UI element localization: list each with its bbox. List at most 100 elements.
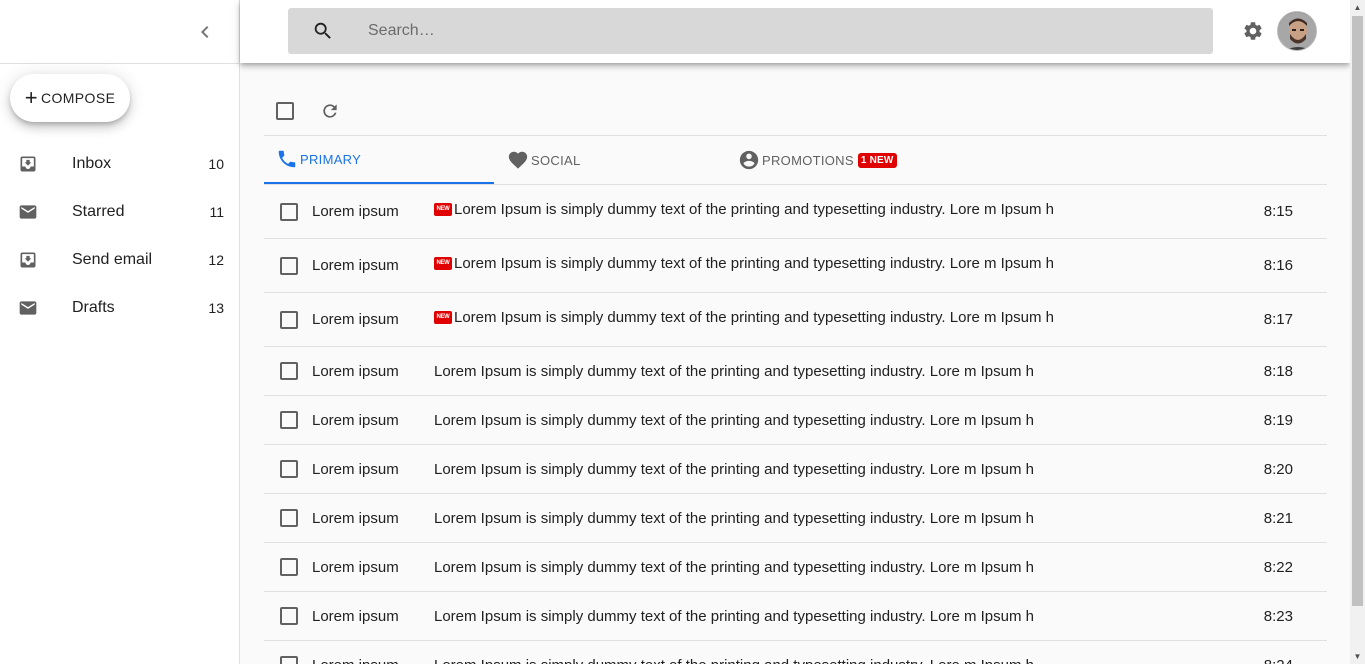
email-row[interactable]: Lorem ipsum Lorem Ipsum is simply dummy t… — [264, 641, 1327, 664]
email-time: 8:24 — [1264, 657, 1293, 664]
email-snippet-container: Lorem Ipsum is simply dummy text of the … — [434, 363, 1034, 380]
tab-promotions[interactable]: PROMOTIONS 1 NEW — [738, 136, 897, 184]
search-icon[interactable] — [312, 20, 334, 42]
main-content: PRIMARY SOCIAL PROMOTIONS 1 NEW Lorem ip… — [264, 86, 1327, 664]
email-sender: Lorem ipsum — [312, 558, 399, 576]
email-checkbox[interactable] — [280, 607, 298, 625]
email-sender: Lorem ipsum — [312, 311, 399, 328]
email-checkbox[interactable] — [280, 558, 298, 576]
sidebar-nav: Inbox 10 Starred 11 Send email 12 Drafts… — [0, 140, 240, 332]
email-sender: Lorem ipsum — [312, 257, 399, 274]
email-checkbox[interactable] — [280, 460, 298, 478]
sidebar-item-send-email[interactable]: Send email 12 — [0, 236, 240, 284]
email-row[interactable]: Lorem ipsum Lorem Ipsum is simply dummy t… — [264, 445, 1327, 494]
tab-label: SOCIAL — [531, 152, 581, 168]
email-time: 8:23 — [1263, 607, 1293, 625]
search-input[interactable] — [368, 8, 1188, 54]
scrollbar-thumb[interactable] — [1352, 16, 1363, 606]
email-snippet: Lorem Ipsum is simply dummy text of the … — [434, 362, 1034, 380]
sidebar-item-label: Inbox — [72, 155, 112, 172]
email-checkbox[interactable] — [280, 509, 298, 527]
collapse-sidebar-button[interactable] — [193, 20, 217, 44]
email-row[interactable]: Lorem ipsum NEW Lorem Ipsum is simply dumm… — [264, 239, 1327, 293]
sidebar-item-count: 10 — [208, 156, 224, 172]
sidebar-item-count: 11 — [209, 204, 224, 220]
email-checkbox[interactable] — [280, 256, 298, 275]
email-time: 8:20 — [1263, 460, 1293, 478]
email-snippet-container: NEW Lorem Ipsum is simply dummy text of t… — [434, 201, 1054, 218]
email-list: Lorem ipsum NEW Lorem Ipsum is simply dumm… — [264, 185, 1327, 664]
email-row[interactable]: Lorem ipsum Lorem Ipsum is simply dummy t… — [264, 494, 1327, 543]
email-snippet-container: Lorem Ipsum is simply dummy text of the … — [434, 510, 1034, 527]
email-time: 8:18 — [1263, 362, 1293, 380]
plus-icon: + — [24, 85, 38, 110]
inbox-icon — [20, 252, 36, 268]
avatar[interactable] — [1277, 11, 1317, 51]
heart-icon — [508, 151, 528, 169]
sidebar-item-label: Send email — [72, 251, 153, 268]
email-time: 8:16 — [1263, 257, 1293, 274]
email-row[interactable]: Lorem ipsum Lorem Ipsum is simply dummy t… — [264, 543, 1327, 592]
email-checkbox[interactable] — [280, 411, 298, 429]
email-snippet-container: Lorem Ipsum is simply dummy text of the … — [434, 461, 1034, 478]
list-toolbar — [264, 86, 1327, 136]
sidebar-item-count: 12 — [208, 252, 224, 268]
mail-icon — [19, 205, 37, 219]
phone-icon — [278, 150, 296, 168]
scroll-down-arrow-icon[interactable]: ▼ — [1350, 649, 1365, 664]
new-badge-icon: NEW — [434, 203, 452, 216]
email-sender: Lorem ipsum — [312, 411, 399, 429]
sidebar-item-label: Drafts — [72, 299, 115, 316]
email-time: 8:17 — [1263, 311, 1293, 328]
email-time: 8:21 — [1263, 509, 1293, 527]
email-checkbox[interactable] — [280, 202, 298, 221]
email-snippet-container: Lorem Ipsum is simply dummy text of the … — [434, 608, 1034, 625]
select-all-checkbox[interactable] — [276, 102, 294, 120]
email-checkbox[interactable] — [280, 310, 298, 329]
top-app-bar — [240, 0, 1350, 63]
tab-label: PROMOTIONS — [762, 152, 854, 168]
chevron-left-icon — [201, 26, 209, 38]
email-time: 8:22 — [1263, 558, 1293, 576]
inbox-icon — [20, 156, 36, 172]
new-badge-icon: NEW — [434, 257, 452, 270]
email-snippet-container: Lorem Ipsum is simply dummy text of the … — [434, 559, 1034, 576]
email-snippet-container: Lorem Ipsum is simply dummy text of the … — [434, 657, 1034, 664]
compose-button[interactable]: + COMPOSE — [10, 74, 130, 122]
email-snippet: Lorem Ipsum is simply dummy text of the … — [434, 460, 1034, 478]
sidebar-item-count: 13 — [208, 300, 224, 316]
refresh-icon[interactable] — [320, 101, 340, 121]
tab-social[interactable]: SOCIAL — [507, 136, 580, 184]
sidebar-item-inbox[interactable]: Inbox 10 — [0, 140, 240, 188]
tab-primary[interactable]: PRIMARY — [264, 136, 494, 184]
email-snippet: Lorem Ipsum is simply dummy text of the … — [434, 558, 1034, 576]
email-time: 8:19 — [1263, 411, 1293, 429]
scroll-up-arrow-icon[interactable]: ▲ — [1350, 0, 1365, 15]
email-row[interactable]: Lorem ipsum Lorem Ipsum is simply dummy t… — [264, 347, 1327, 396]
email-snippet: Lorem Ipsum is simply dummy text of the … — [434, 411, 1034, 429]
email-row[interactable]: Lorem ipsum NEW Lorem Ipsum is simply dumm… — [264, 293, 1327, 347]
email-row[interactable]: Lorem ipsum Lorem Ipsum is simply dummy t… — [264, 396, 1327, 445]
email-checkbox[interactable] — [280, 362, 298, 380]
compose-label: COMPOSE — [40, 90, 116, 106]
email-row[interactable]: Lorem ipsum Lorem Ipsum is simply dummy t… — [264, 592, 1327, 641]
account-circle-icon — [739, 150, 759, 170]
email-time: 8:15 — [1263, 203, 1293, 220]
email-snippet-container: NEW Lorem Ipsum is simply dummy text of t… — [434, 255, 1054, 272]
email-snippet: Lorem Ipsum is simply dummy text of the … — [454, 309, 1054, 326]
sidebar-item-drafts[interactable]: Drafts 13 — [0, 284, 240, 332]
email-snippet: Lorem Ipsum is simply dummy text of the … — [454, 255, 1054, 272]
email-row[interactable]: Lorem ipsum NEW Lorem Ipsum is simply dumm… — [264, 185, 1327, 239]
email-snippet: Lorem Ipsum is simply dummy text of the … — [454, 201, 1054, 218]
new-badge-icon: NEW — [434, 311, 452, 324]
email-snippet: Lorem Ipsum is simply dummy text of the … — [434, 607, 1034, 625]
email-snippet-container: NEW Lorem Ipsum is simply dummy text of t… — [434, 309, 1054, 326]
sidebar-item-starred[interactable]: Starred 11 — [0, 188, 240, 236]
scrollbar[interactable]: ▲ ▼ — [1350, 0, 1365, 664]
email-sender: Lorem ipsum — [312, 607, 399, 625]
category-tabs: PRIMARY SOCIAL PROMOTIONS 1 NEW — [264, 136, 1327, 185]
sidebar: + COMPOSE Inbox 10 Starred 11 Send email… — [0, 0, 240, 664]
email-checkbox[interactable] — [280, 656, 298, 664]
new-count-badge: 1 NEW — [857, 152, 897, 168]
gear-icon[interactable] — [1242, 20, 1264, 42]
